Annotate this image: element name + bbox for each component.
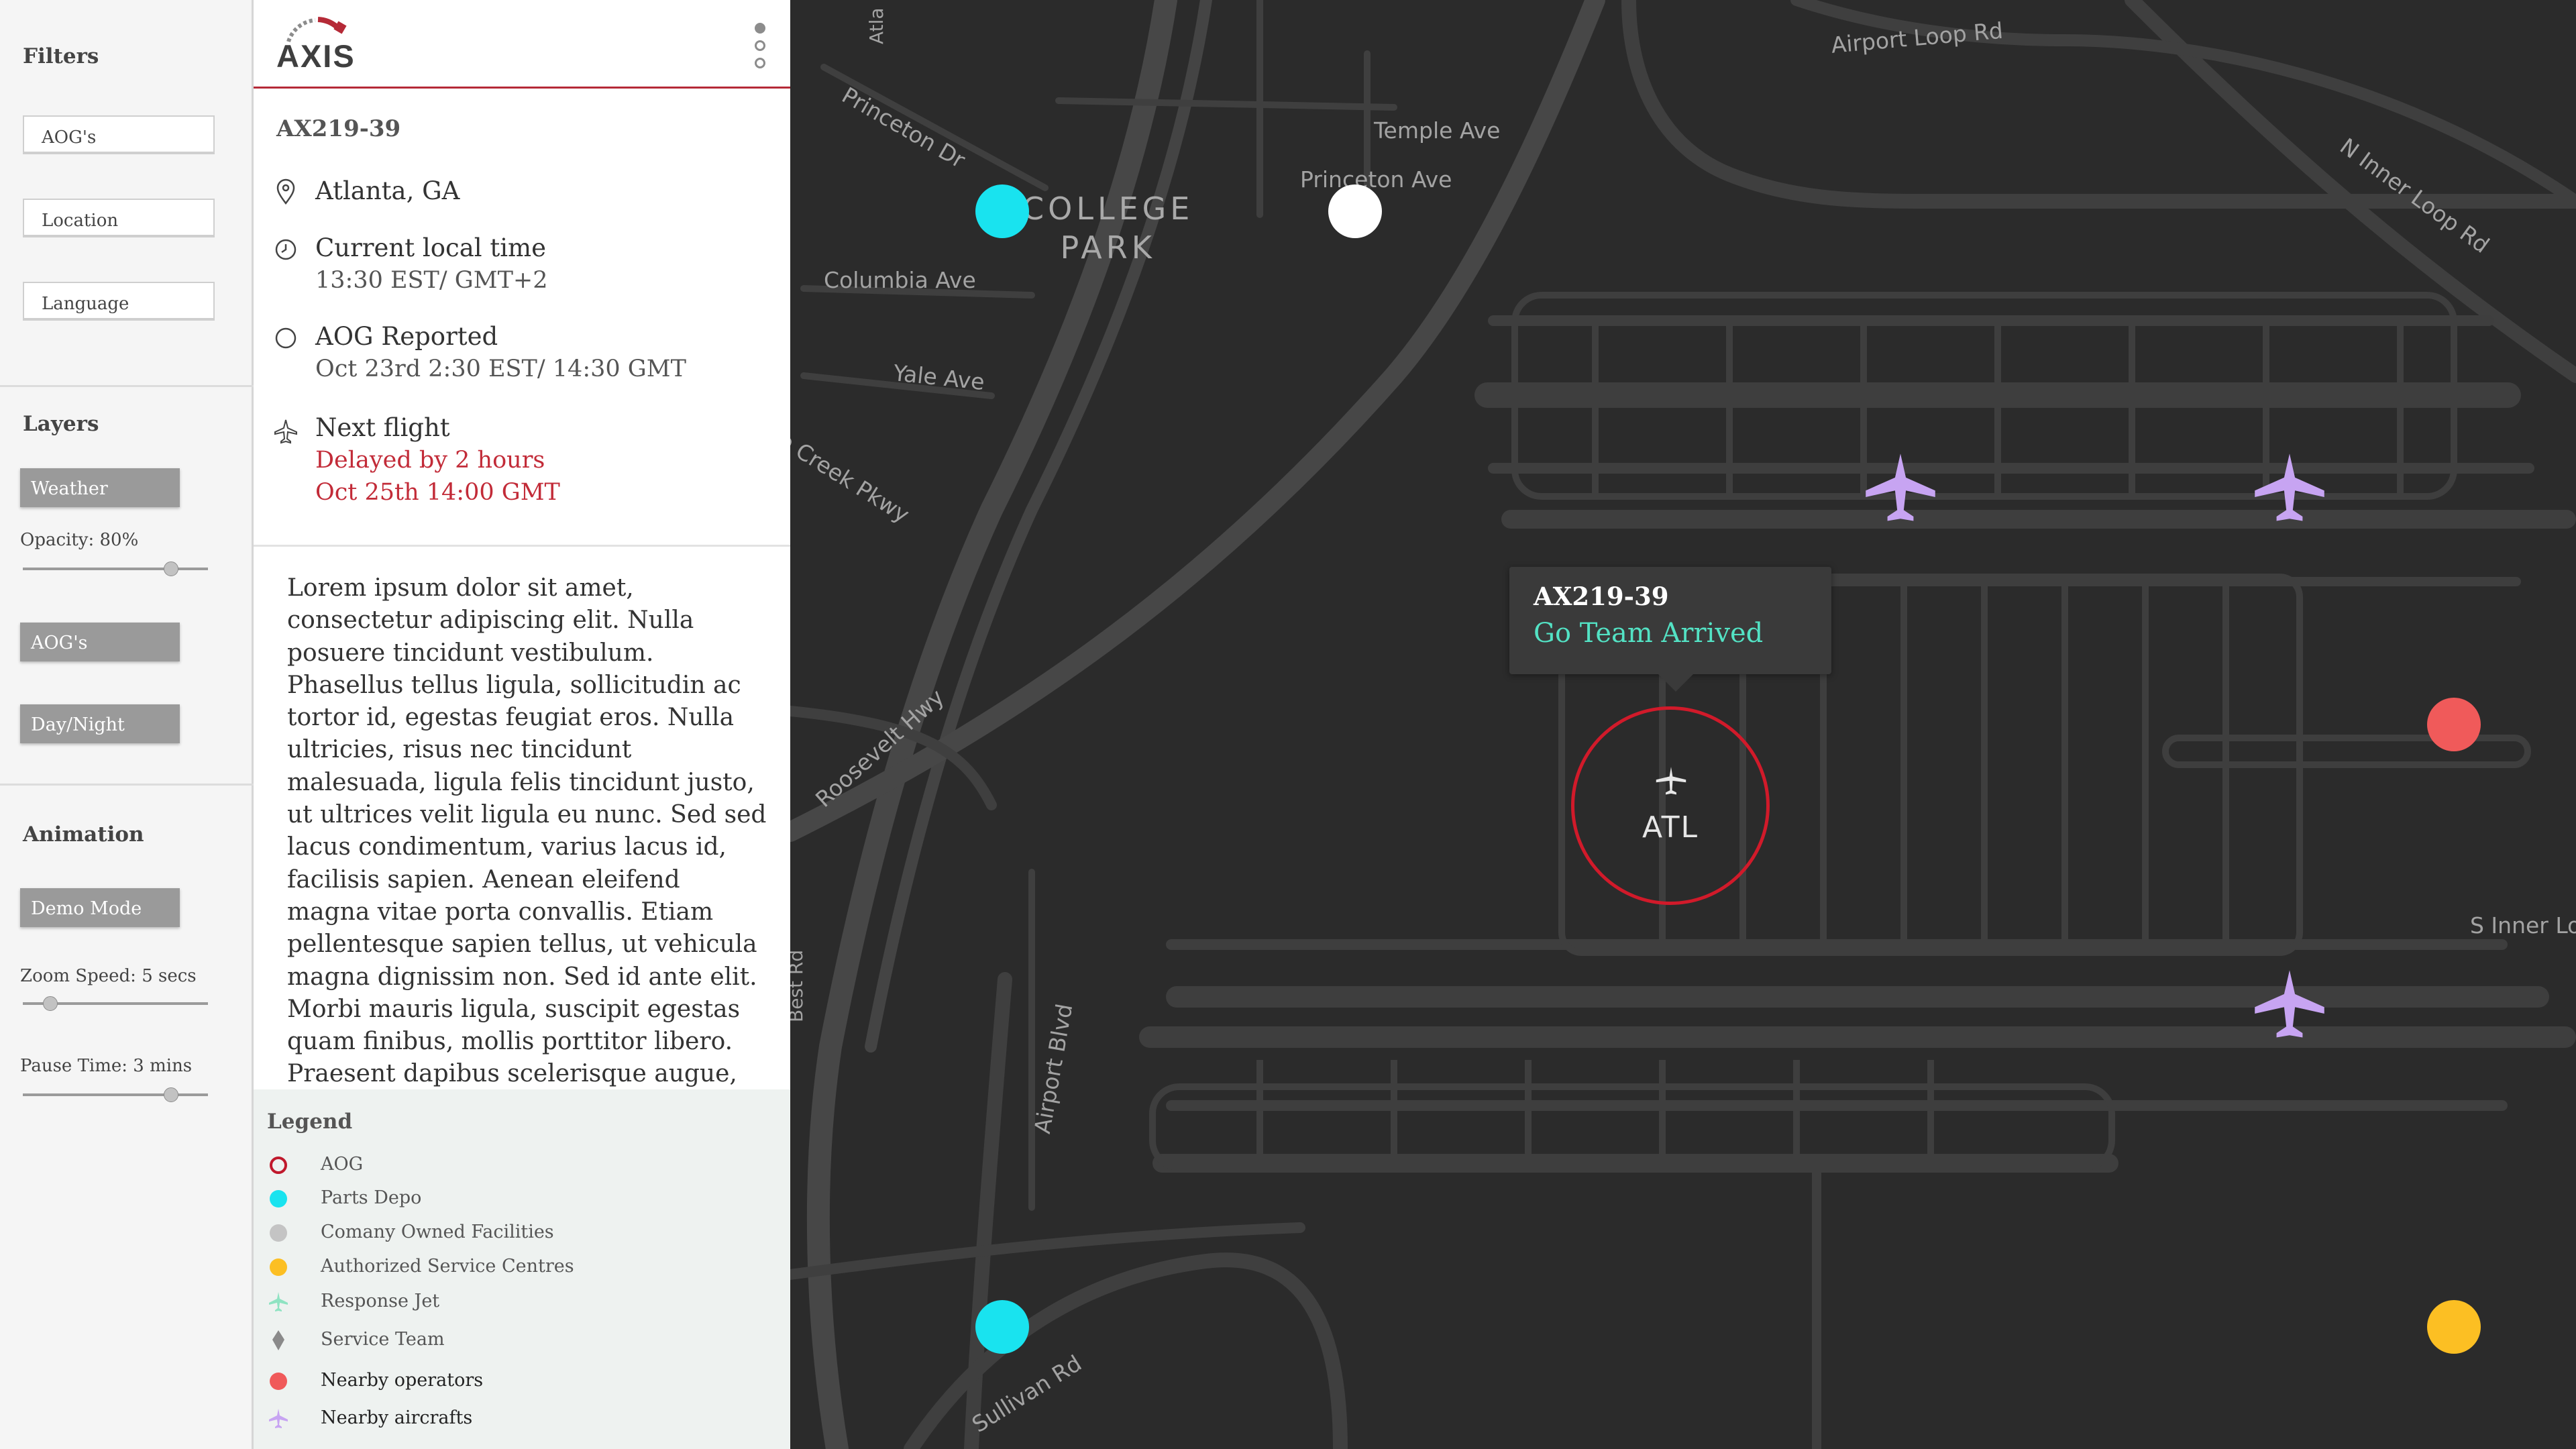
next-flight-time: Oct 25th 14:00 GMT xyxy=(315,479,560,506)
street-label-columbia-ave: Columbia Ave xyxy=(824,267,976,293)
opacity-label: Opacity: 80% xyxy=(20,530,139,550)
zoom-speed-slider[interactable] xyxy=(23,996,208,1011)
opacity-slider-thumb[interactable] xyxy=(163,561,178,576)
legend-label: Response Jet xyxy=(321,1291,440,1311)
legend-label: Comany Owned Facilities xyxy=(321,1222,554,1242)
airplane-icon xyxy=(274,419,297,444)
parts-depo-marker[interactable] xyxy=(975,184,1029,238)
legend-item-nearby-aircrafts: Nearby aircrafts xyxy=(267,1405,737,1434)
pause-time-slider-thumb[interactable] xyxy=(163,1087,178,1102)
street-label-temple-ave: Temple Ave xyxy=(1374,117,1501,144)
legend-label: Nearby operators xyxy=(321,1370,484,1391)
legend-item-service-centres: Authorized Service Centres xyxy=(267,1253,737,1283)
animation-heading: Animation xyxy=(23,822,144,847)
service-centre-marker[interactable] xyxy=(2427,1300,2481,1354)
company-facility-marker[interactable] xyxy=(1328,184,1382,238)
opacity-slider[interactable] xyxy=(23,561,208,576)
layers-heading: Layers xyxy=(23,412,99,436)
legend-item-company-facilities: Comany Owned Facilities xyxy=(267,1219,737,1248)
more-options-button[interactable] xyxy=(750,23,770,76)
language-filter-input[interactable]: Language xyxy=(23,282,215,321)
tooltip-status: Go Team Arrived xyxy=(1534,618,1764,649)
zoom-speed-slider-thumb[interactable] xyxy=(43,996,58,1011)
parts-depo-marker[interactable] xyxy=(975,1300,1029,1354)
street-label-atlanta: Atla xyxy=(865,7,888,44)
aogs-layer-button[interactable]: AOG's xyxy=(20,623,180,661)
legend-label: Authorized Service Centres xyxy=(321,1256,574,1277)
nearby-aircraft-plane-icon xyxy=(269,1409,288,1428)
area-label-college-park: COLLEGE PARK xyxy=(1022,191,1194,266)
panel-divider xyxy=(254,545,790,547)
legend-label: AOG xyxy=(321,1154,364,1175)
filters-sidebar: Filters AOG's Location Language Layers W… xyxy=(0,0,254,1449)
aogs-filter-input[interactable]: AOG's xyxy=(23,115,215,154)
street-label-best-rd: Best Rd xyxy=(790,949,807,1022)
legend-item-aog: AOG xyxy=(267,1151,737,1181)
map-view[interactable]: Airport Loop Rd Temple Ave Princeton Ave… xyxy=(790,0,2576,1449)
legend-item-parts-depo: Parts Depo xyxy=(267,1185,737,1214)
legend-title: Legend xyxy=(267,1110,353,1134)
legend-label: Service Team xyxy=(321,1329,445,1350)
filters-divider xyxy=(0,385,254,387)
filters-heading: Filters xyxy=(23,44,99,68)
zoom-speed-label: Zoom Speed: 5 secs xyxy=(20,966,197,986)
next-flight-delay: Delayed by 2 hours xyxy=(315,447,545,474)
airplane-icon xyxy=(1656,767,1686,795)
legend-label: Parts Depo xyxy=(321,1187,422,1208)
aog-reported-value: Oct 23rd 2:30 EST/ 14:30 GMT xyxy=(315,356,686,382)
location-pin-icon xyxy=(276,178,295,205)
airport-code: ATL xyxy=(1642,810,1699,845)
service-centre-dot-icon xyxy=(270,1258,287,1276)
tooltip-flight-id: AX219-39 xyxy=(1534,582,1669,611)
clock-icon xyxy=(275,239,297,260)
pause-time-label: Pause Time: 3 mins xyxy=(20,1056,193,1076)
panel-header: AXIS xyxy=(254,0,790,89)
axis-logo-text: AXIS xyxy=(276,38,356,74)
pause-time-slider[interactable] xyxy=(23,1087,208,1102)
service-team-pin-icon xyxy=(272,1330,284,1350)
nearby-aircraft-plane-icon[interactable] xyxy=(2253,968,2326,1042)
location-filter-input[interactable]: Location xyxy=(23,199,215,237)
flight-tooltip[interactable]: AX219-39 Go Team Arrived xyxy=(1509,567,1831,692)
weather-layer-button[interactable]: Weather xyxy=(20,468,180,507)
description-text: Lorem ipsum dolor sit amet, consectetur … xyxy=(287,574,767,1120)
demo-mode-button[interactable]: Demo Mode xyxy=(20,888,180,927)
parts-depo-dot-icon xyxy=(270,1190,287,1208)
location-text: Atlanta, GA xyxy=(315,176,460,205)
aog-reported-label: AOG Reported xyxy=(315,322,498,351)
aog-marker[interactable]: ATL xyxy=(1571,706,1770,905)
nearby-operator-dot-icon xyxy=(270,1373,287,1390)
local-time-value: 13:30 EST/ GMT+2 xyxy=(315,267,548,294)
street-label-s-inner-loop: S Inner Lo xyxy=(2470,912,2576,938)
aog-ring-icon xyxy=(270,1157,287,1174)
flight-id: AX219-39 xyxy=(276,115,401,142)
nearby-operator-marker[interactable] xyxy=(2427,698,2481,751)
legend-item-response-jet: Response Jet xyxy=(267,1288,737,1318)
day-night-layer-button[interactable]: Day/Night xyxy=(20,704,180,743)
legend-item-nearby-operators: Nearby operators xyxy=(267,1367,737,1397)
tooltip-arrow xyxy=(1658,674,1693,692)
street-label-princeton-ave: Princeton Ave xyxy=(1300,166,1452,193)
legend-label: Nearby aircrafts xyxy=(321,1407,473,1428)
local-time-label: Current local time xyxy=(315,233,547,262)
aog-status-icon xyxy=(275,327,297,349)
detail-panel: AXIS AX219-39 Atlanta, GA Current local … xyxy=(254,0,790,1449)
nearby-aircraft-plane-icon[interactable] xyxy=(2253,451,2326,525)
layers-divider xyxy=(0,784,254,786)
legend-item-service-team: Service Team xyxy=(267,1326,737,1356)
legend: Legend AOG Parts Depo Comany Owned Facil… xyxy=(254,1089,790,1449)
facility-dot-icon xyxy=(270,1224,287,1242)
next-flight-label: Next flight xyxy=(315,413,450,442)
response-jet-plane-icon xyxy=(269,1292,288,1311)
nearby-aircraft-plane-icon[interactable] xyxy=(1864,451,1937,525)
